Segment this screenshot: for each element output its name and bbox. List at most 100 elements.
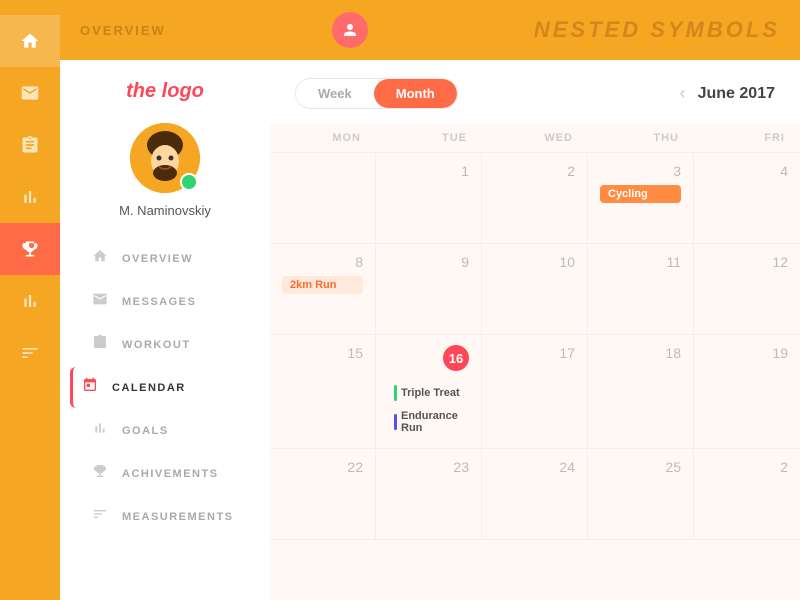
sidebar-item-achievements[interactable]: ACHIVEMENTS [80,453,250,494]
date-number: 23 [388,459,469,475]
calendar-grid: MON TUE WED THU FRI 1 2 3 Cycling 4 [270,124,800,540]
workout-icon [90,334,110,355]
day-header-tue: TUE [376,124,482,152]
date-number: 1 [388,163,469,179]
date-number: 3 [600,163,681,179]
date-number: 19 [706,345,788,361]
cal-cell: 24 [482,449,588,539]
day-header-wed: WED [482,124,588,152]
event-cycling[interactable]: Cycling [600,185,681,203]
top-bar-title: OVERVIEW [80,23,166,38]
date-number: 17 [494,345,575,361]
sidebar-item-label: MEASUREMENTS [122,511,234,523]
current-month-label: June 2017 [698,85,775,103]
day-header-mon: MON [270,124,376,152]
sidebar-item-label: MESSAGES [122,296,196,308]
calendar-week-4: 22 23 24 25 2 [270,449,800,540]
icon-mail[interactable] [0,67,60,119]
cal-cell: 4 [694,153,800,243]
calendar-week-3: 15 16 Triple Treat Endurance Run 17 [270,335,800,449]
goals-icon [90,420,110,441]
tab-week[interactable]: Week [296,79,374,108]
icon-tune[interactable] [0,327,60,379]
cal-cell: 18 [588,335,694,448]
calendar-nav: ‹ June 2017 [680,83,775,104]
sidebar-username: M. Naminovskiy [119,203,211,218]
sidebar-logo: the logo [126,80,204,103]
date-number: 18 [600,345,681,361]
sidebar-item-label: GOALS [122,425,169,437]
date-number: 15 [282,345,363,361]
event-2km-run[interactable]: 2km Run [282,276,363,294]
date-number: 8 [282,254,363,270]
calendar-week-2: 8 2km Run 9 10 11 12 [270,244,800,335]
cal-cell: 22 [270,449,376,539]
event-endurance-run[interactable]: Endurance Run [388,407,469,437]
icon-chart[interactable] [0,171,60,223]
cal-cell: 11 [588,244,694,334]
date-number-today: 16 [443,345,469,371]
sidebar-item-messages[interactable]: MESSAGES [80,281,250,322]
cal-cell: 8 2km Run [270,244,376,334]
event-bar-green [394,385,397,401]
sidebar-item-calendar[interactable]: CALENDAR [70,367,250,408]
icon-trophy[interactable] [0,223,60,275]
view-toggle: Week Month [295,78,458,109]
measurements-icon [90,506,110,527]
day-header-fri: FRI [694,124,800,152]
date-number: 4 [706,163,788,179]
date-number: 24 [494,459,575,475]
date-number: 12 [706,254,788,270]
overview-icon [90,248,110,269]
day-header-thu: THU [588,124,694,152]
sidebar-item-measurements[interactable]: MEASUREMENTS [80,496,250,537]
date-number: 25 [600,459,681,475]
cal-cell: 25 [588,449,694,539]
cal-cell: 17 [482,335,588,448]
cal-cell: 23 [376,449,482,539]
calendar-icon [80,377,100,398]
top-bar-avatar[interactable] [332,12,368,48]
avatar-wrapper [130,123,200,193]
cal-cell: 15 [270,335,376,448]
cal-cell: 2 [694,449,800,539]
date-number: 22 [282,459,363,475]
cal-cell: 1 [376,153,482,243]
day-headers: MON TUE WED THU FRI [270,124,800,153]
sidebar: the logo [60,60,270,600]
icon-bar-chart[interactable] [0,275,60,327]
top-bar: OVERVIEW NESTED SYMBOLS [0,0,800,60]
tab-month[interactable]: Month [374,79,457,108]
sidebar-item-label: WORKOUT [122,339,191,351]
icon-bar [0,0,60,600]
cal-cell: 19 [694,335,800,448]
sidebar-item-label: OVERVIEW [122,253,193,265]
event-triple-treat[interactable]: Triple Treat [388,382,469,404]
event-label: Triple Treat [401,387,460,399]
sidebar-nav: OVERVIEW MESSAGES WORKOUT CALENDAR GOALS [60,238,270,539]
sidebar-item-workout[interactable]: WORKOUT [80,324,250,365]
date-number: 10 [494,254,575,270]
date-number: 9 [388,254,469,270]
cal-cell: 12 [694,244,800,334]
avatar-status-badge [180,173,198,191]
icon-home[interactable] [0,15,60,67]
cal-cell: 16 Triple Treat Endurance Run [376,335,482,448]
sidebar-item-goals[interactable]: GOALS [80,410,250,451]
calendar-week-1: 1 2 3 Cycling 4 [270,153,800,244]
app-title: NESTED SYMBOLS [534,17,780,43]
cal-cell [270,153,376,243]
cal-cell: 9 [376,244,482,334]
cal-cell: 10 [482,244,588,334]
date-number: 2 [494,163,575,179]
sidebar-item-label: CALENDAR [112,382,186,394]
messages-icon [90,291,110,312]
prev-month-button[interactable]: ‹ [680,83,686,104]
main-content: Week Month ‹ June 2017 MON TUE WED THU F… [270,60,800,600]
sidebar-item-overview[interactable]: OVERVIEW [80,238,250,279]
cal-cell: 2 [482,153,588,243]
icon-clipboard[interactable] [0,119,60,171]
date-number: 11 [600,254,681,270]
event-bar-blue [394,414,397,430]
date-number: 2 [706,459,788,475]
